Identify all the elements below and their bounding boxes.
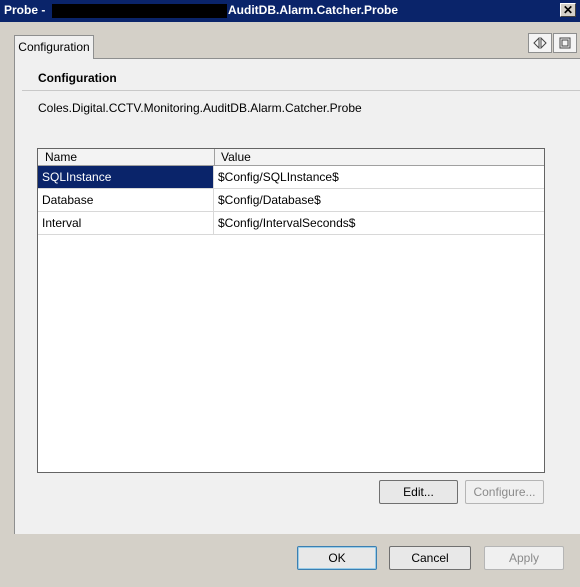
configuration-grid[interactable]: Name Value SQLInstance $Config/SQLInstan… <box>37 148 545 473</box>
properties-icon[interactable] <box>553 33 577 53</box>
row-value-cell[interactable]: $Config/SQLInstance$ <box>215 166 544 188</box>
close-button[interactable]: ✕ <box>560 3 576 17</box>
table-row[interactable]: Interval $Config/IntervalSeconds$ <box>38 212 544 235</box>
redacted-block <box>52 4 227 18</box>
table-row[interactable]: SQLInstance $Config/SQLInstance$ <box>38 166 544 189</box>
section-description: Coles.Digital.CCTV.Monitoring.AuditDB.Al… <box>38 101 362 115</box>
close-icon: ✕ <box>562 3 574 17</box>
column-separator[interactable] <box>214 149 215 165</box>
row-name-cell[interactable]: Database <box>38 189 214 211</box>
apply-button[interactable]: Apply <box>484 546 564 570</box>
column-header-value[interactable]: Value <box>221 149 251 165</box>
edit-button[interactable]: Edit... <box>379 480 458 504</box>
row-value-cell[interactable]: $Config/IntervalSeconds$ <box>215 212 544 234</box>
table-row[interactable]: Database $Config/Database$ <box>38 189 544 212</box>
row-name-cell[interactable]: SQLInstance <box>38 166 214 188</box>
section-divider <box>22 90 580 91</box>
row-name-cell[interactable]: Interval <box>38 212 214 234</box>
tab-configuration[interactable]: Configuration <box>14 35 94 59</box>
configure-button[interactable]: Configure... <box>465 480 544 504</box>
ok-button[interactable]: OK <box>297 546 377 570</box>
window-title: AuditDB.Alarm.Catcher.Probe <box>228 3 399 17</box>
column-header-name[interactable]: Name <box>45 149 77 165</box>
grid-header: Name Value <box>38 149 544 166</box>
window-title-prefix: Probe - <box>4 3 46 17</box>
row-value-cell[interactable]: $Config/Database$ <box>215 189 544 211</box>
section-header: Configuration <box>38 71 117 85</box>
panel-toolbar <box>528 33 580 53</box>
expand-collapse-icon[interactable] <box>528 33 552 53</box>
title-bar: Probe - AuditDB.Alarm.Catcher.Probe ✕ <box>0 0 580 22</box>
cancel-button[interactable]: Cancel <box>389 546 471 570</box>
